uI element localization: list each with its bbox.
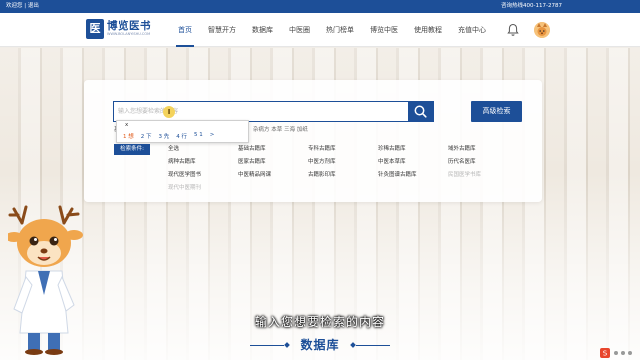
site-logo[interactable]: 医 博览医书 WWW.BOLANYISHU.COM [86,18,156,42]
nav-menu: 首页 智慧开方 数据库 中医圈 热门榜单 博览中医 使用教程 充值中心 [170,13,494,47]
database-filter-item[interactable]: 专科古籍库 [308,145,378,154]
ime-candidate[interactable]: 3 先 [159,132,170,140]
database-filter-item[interactable]: 现代中医期刊 [168,184,238,193]
nav-item[interactable]: 博览中医 [362,13,406,47]
search-box [113,101,434,122]
ime-candidate[interactable]: 2 下 [141,132,152,140]
video-subtitle: 输入您想要检索的内容 [254,315,385,329]
top-info-bar: 欢迎您 | 退出 咨询热线400-117-2787 [0,0,640,13]
database-filter-item[interactable]: 全选 [168,145,238,154]
nav-item[interactable]: 充值中心 [450,13,494,47]
database-filter-item[interactable]: 基础古籍库 [238,145,308,154]
advanced-search-button[interactable]: 高级检索 [471,101,522,122]
ime-candidates: 1 想 2 下 3 先 4 行 5 1 > [123,132,221,140]
database-filter-item[interactable]: 针灸图谱古籍库 [378,171,448,180]
database-filter-item[interactable]: 中医精品网课 [238,171,308,180]
main-navbar: 医 博览医书 WWW.BOLANYISHU.COM 首页 智慧开方 数据库 中医圈 热门… [0,13,640,47]
database-filter-item[interactable]: 古籍影印库 [308,171,378,180]
user-avatar[interactable] [534,22,550,38]
database-filter-item[interactable]: 医家古籍库 [238,158,308,167]
nav-item[interactable]: 智慧开方 [200,13,244,47]
database-filter-item[interactable]: 民国医学书库 [448,171,518,180]
welcome-text[interactable]: 欢迎您 | 退出 [6,0,39,13]
search-icon [414,105,427,118]
deer-mascot-icon [8,205,83,355]
ime-candidate[interactable]: 1 想 [123,132,134,140]
database-filter-item[interactable]: 珍稀古籍库 [378,145,448,154]
hotline-text: 咨询热线400-117-2787 [501,3,562,9]
nav-item[interactable]: 首页 [170,13,200,47]
ime-candidate[interactable]: 5 1 [194,132,203,140]
database-filter-item[interactable]: 域外古籍库 [448,145,518,154]
logo-mark-icon: 医 [86,19,104,39]
ime-tray-icon[interactable]: S [600,348,636,358]
database-filter-item[interactable]: 病种古籍库 [168,158,238,167]
nav-item[interactable]: 使用教程 [406,13,450,47]
hint-right: 杂病方 本草 三海 加纸 [253,127,308,133]
logo-name: 博览医书 [107,20,151,32]
database-filter-item[interactable]: 中医本草库 [378,158,448,167]
bell-icon[interactable] [507,23,519,37]
ime-candidate-popup: x 1 想 2 下 3 先 4 行 5 1 > [116,120,249,143]
database-filter-item[interactable]: 现代医学图书 [168,171,238,180]
nav-item[interactable]: 中医圈 [281,13,318,47]
section-tag: 数据库 [300,338,340,352]
database-filter-grid: 全选 基础古籍库 专科古籍库 珍稀古籍库 域外古籍库病种古籍库 医家古籍库 中医方剂库 中医本… [168,145,518,193]
search-button[interactable] [408,102,433,121]
logo-subtitle: WWW.BOLANYISHU.COM [107,32,151,36]
ime-candidate[interactable]: > [210,132,215,140]
database-filter-item[interactable]: 中医方剂库 [308,158,378,167]
nav-item[interactable]: 数据库 [244,13,281,47]
nav-item[interactable]: 热门榜单 [318,13,362,47]
ime-candidate[interactable]: 4 行 [176,132,187,140]
avatar-face-icon [534,22,550,38]
svg-text:S: S [603,350,608,358]
search-input[interactable] [114,102,410,121]
database-filter-item[interactable]: 历代名医库 [448,158,518,167]
filter-label: 检索条件: [114,144,150,155]
divider-right [356,345,390,346]
text-cursor-icon: I [163,106,175,118]
ime-pinyin: x [125,122,129,128]
